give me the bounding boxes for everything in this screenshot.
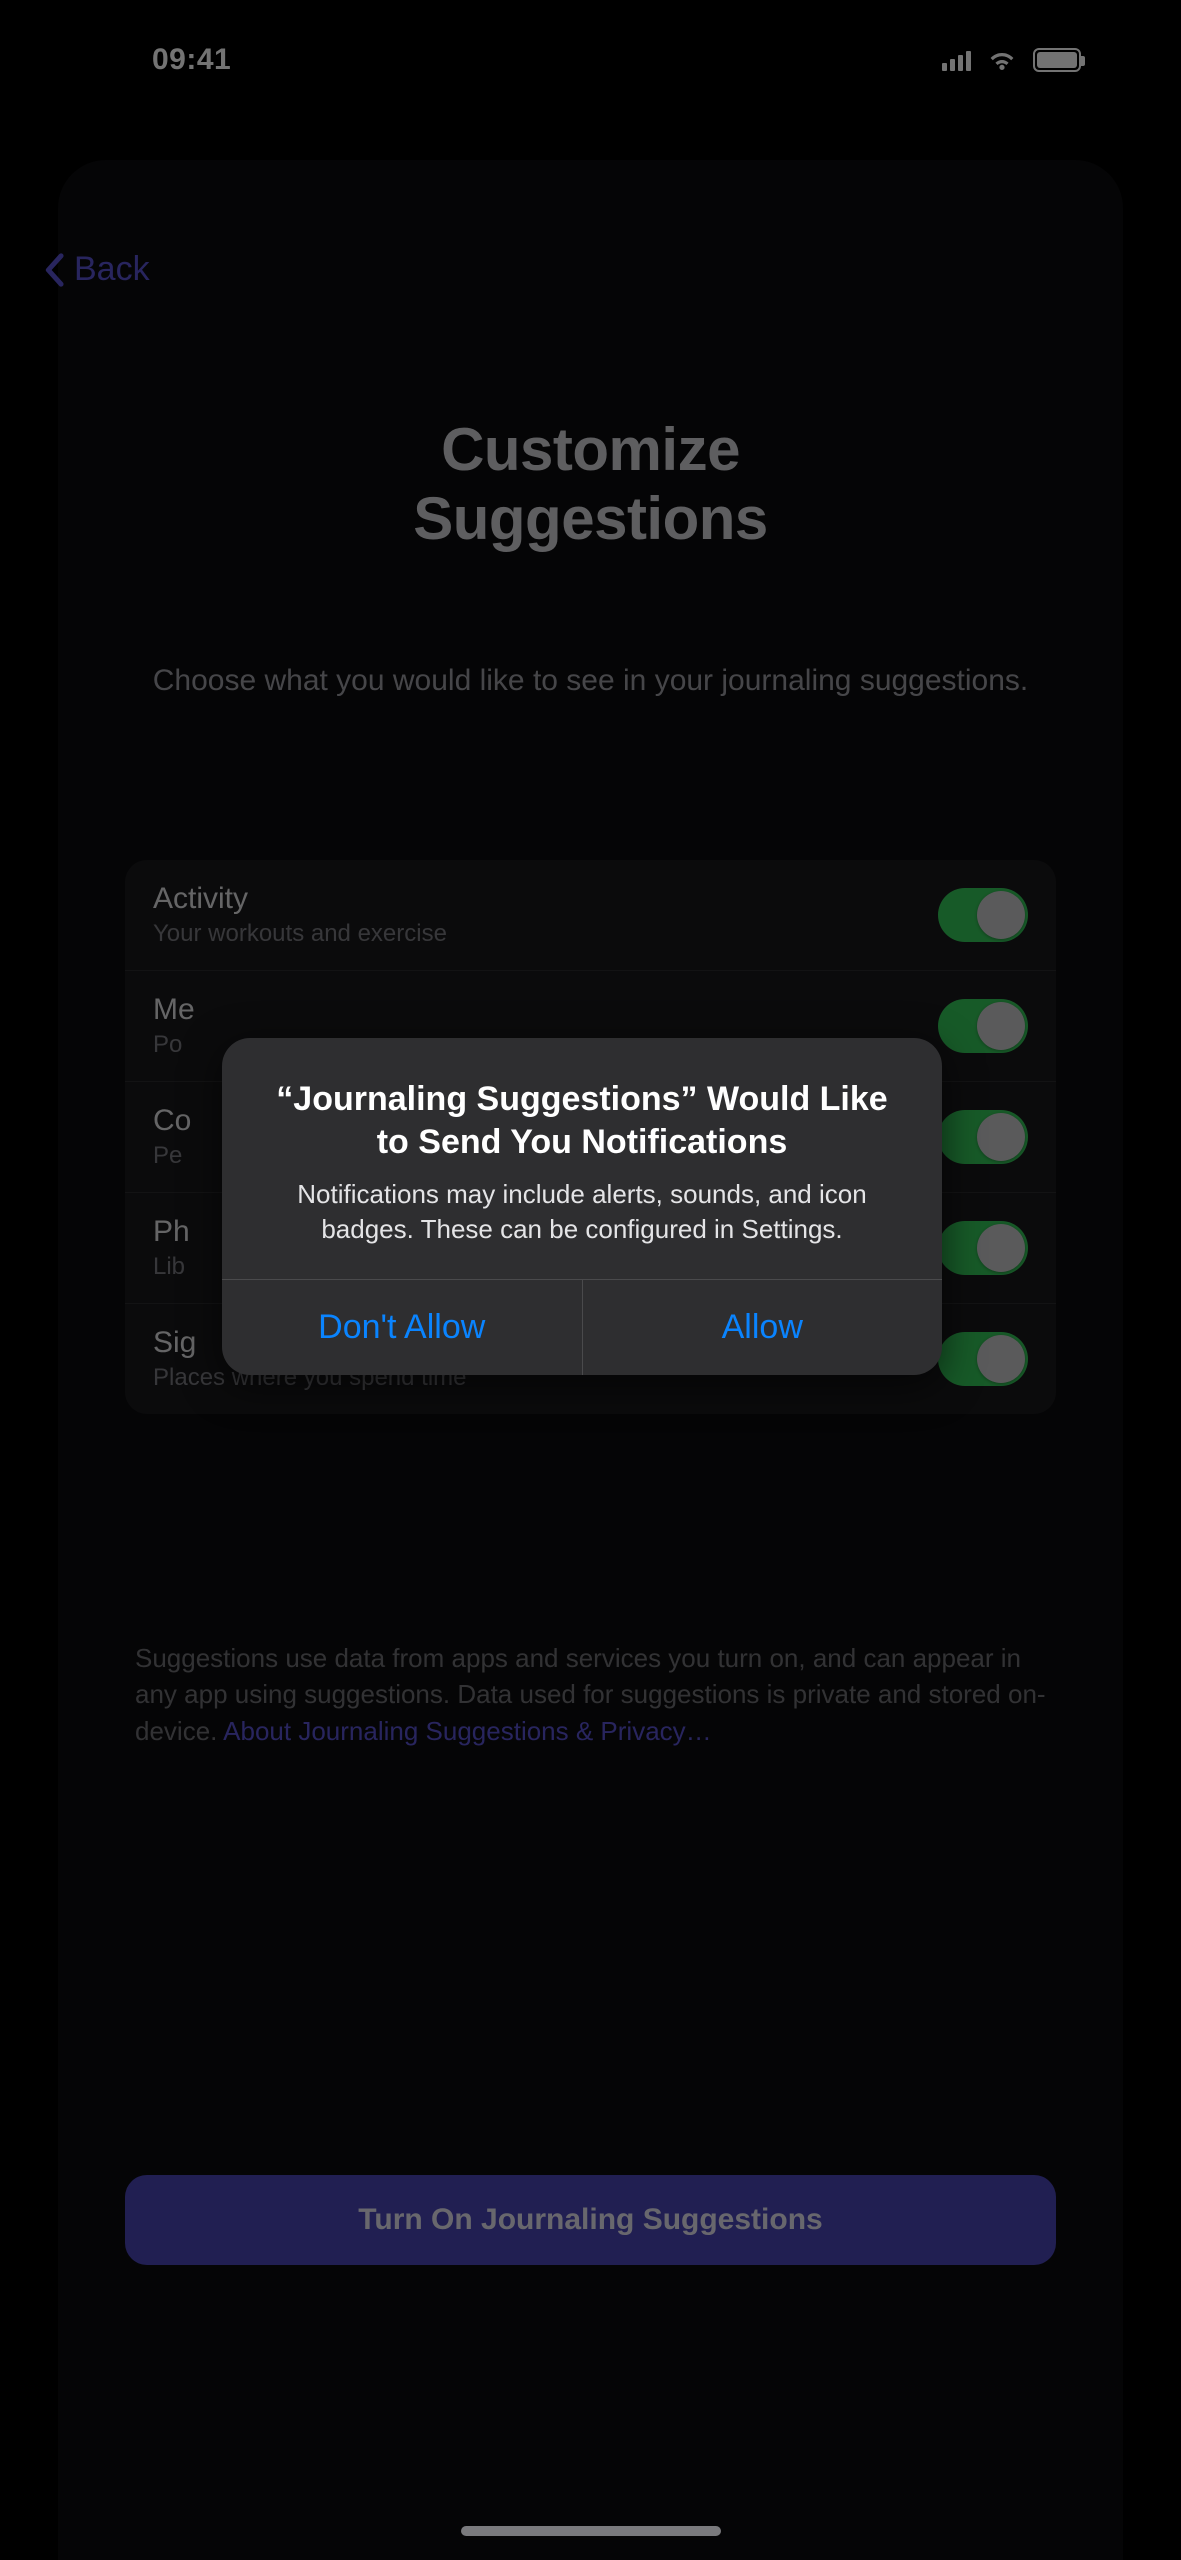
alert-title: “Journaling Suggestions” Would Like to S…: [266, 1078, 898, 1163]
alert-message: Notifications may include alerts, sounds…: [266, 1177, 898, 1247]
allow-button[interactable]: Allow: [583, 1280, 943, 1375]
notification-permission-alert: “Journaling Suggestions” Would Like to S…: [222, 1038, 942, 1375]
dont-allow-button[interactable]: Don't Allow: [222, 1280, 583, 1375]
home-indicator[interactable]: [461, 2526, 721, 2536]
phone-screen: 09:41 Back Customize Suggestions Choose …: [0, 0, 1181, 2560]
